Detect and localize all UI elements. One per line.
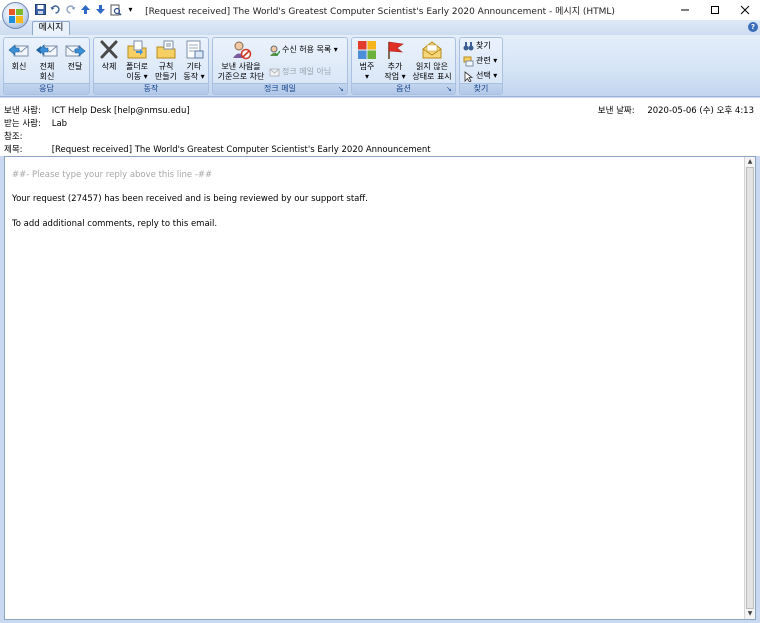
group-options: 범주 ▾ 추가 작업 ▾ 읽지 않은 상태로 표시 옵션 ↘ [351, 37, 456, 95]
not-junk-button[interactable]: 정크 메일 아님 [269, 66, 331, 78]
block-sender-button[interactable]: 보낸 사람을 기준으로 차단 [215, 40, 267, 82]
scroll-down-icon[interactable]: ▼ [745, 609, 755, 619]
close-button[interactable] [730, 0, 760, 20]
ribbon-tab-row: 메시지 ? [0, 20, 760, 35]
window-title: [Request received] The World's Greatest … [145, 7, 615, 17]
group-junk-mail: 보낸 사람을 기준으로 차단 수신 허용 목록 ▾ 정크 메일 아님 정크 메일… [212, 37, 348, 95]
tab-message[interactable]: 메시지 [32, 21, 70, 35]
subject-row: 제목: [Request received] The World's Great… [4, 143, 431, 155]
binoculars-icon [463, 41, 474, 50]
to-row: 받는 사람: Lab [4, 117, 67, 129]
create-rule-icon [156, 40, 176, 59]
junk-dialog-launcher-icon[interactable]: ↘ [338, 85, 346, 93]
ribbon: 회신 전체 회신 전달 응답 삭제 폴더로 이동 ▾ 규칙 만들기 기타 동작 … [0, 35, 760, 97]
cc-row: 참조: [4, 130, 49, 142]
minimize-button[interactable] [670, 0, 700, 20]
move-to-folder-button[interactable]: 폴더로 이동 ▾ [123, 40, 151, 82]
scroll-up-icon[interactable]: ▲ [745, 157, 755, 167]
safe-list-button[interactable]: 수신 허용 목록 ▾ [269, 44, 338, 56]
body-line-request: Your request (27457) has been received a… [12, 194, 368, 204]
select-cursor-icon [464, 70, 474, 82]
office-button[interactable] [2, 2, 29, 29]
message-body[interactable]: ##- Please type your reply above this li… [4, 156, 756, 620]
options-dialog-launcher-icon[interactable]: ↘ [446, 85, 454, 93]
sent-value: 2020-05-06 (수) 오후 4:13 [647, 106, 754, 116]
group-actions: 삭제 폴더로 이동 ▾ 규칙 만들기 기타 동작 ▾ 동작 [93, 37, 209, 95]
delete-icon [100, 40, 118, 59]
cc-label: 참조: [4, 132, 23, 142]
group-label-junk: 정크 메일 [213, 83, 347, 94]
maximize-button[interactable] [700, 0, 730, 20]
not-junk-icon [269, 68, 280, 76]
reply-button[interactable]: 회신 [6, 40, 32, 72]
body-line-comments: To add additional comments, reply to thi… [12, 219, 218, 229]
office-logo-icon [8, 8, 23, 23]
reply-all-button[interactable]: 전체 회신 [33, 40, 61, 82]
group-label-options: 옵션 [352, 83, 455, 94]
sent-date: 보낸 날짜: 2020-05-06 (수) 오후 4:13 [598, 104, 754, 116]
categorize-button[interactable]: 범주 ▾ [354, 40, 380, 82]
from-row: 보낸 사람: ICT Help Desk [help@nmsu.edu] [4, 104, 190, 116]
to-label: 받는 사람: [4, 119, 41, 129]
categorize-icon [358, 41, 376, 59]
sent-label: 보낸 날짜: [597, 106, 635, 116]
vertical-scrollbar[interactable]: ▲ ▼ [744, 157, 755, 619]
forward-button[interactable]: 전달 [62, 40, 88, 72]
title-bar: ▾ [Request received] The World's Greates… [0, 0, 760, 20]
from-label: 보낸 사람: [4, 106, 41, 116]
to-value[interactable]: Lab [52, 119, 67, 129]
mark-unread-button[interactable]: 읽지 않은 상태로 표시 [410, 40, 454, 82]
create-rule-button[interactable]: 규칙 만들기 [152, 40, 180, 82]
move-to-folder-icon [127, 40, 147, 59]
help-icon[interactable]: ? [748, 22, 758, 32]
reply-icon [8, 44, 29, 57]
safe-list-icon [270, 45, 280, 56]
from-value[interactable]: ICT Help Desk [help@nmsu.edu] [52, 106, 190, 116]
group-respond: 회신 전체 회신 전달 응답 [3, 37, 90, 95]
reply-above-line: ##- Please type your reply above this li… [12, 170, 213, 180]
forward-icon [65, 45, 86, 57]
delete-button[interactable]: 삭제 [96, 40, 122, 72]
subject-value: [Request received] The World's Greatest … [51, 145, 431, 155]
scroll-thumb[interactable] [746, 167, 754, 609]
find-button[interactable]: 찾기 [463, 40, 491, 52]
other-actions-button[interactable]: 기타 동작 ▾ [180, 40, 208, 82]
follow-up-button[interactable]: 추가 작업 ▾ [381, 40, 409, 82]
mark-unread-icon [422, 41, 442, 59]
follow-up-flag-icon [388, 41, 404, 59]
select-button[interactable]: 선택 ▾ [463, 70, 497, 82]
block-sender-icon [233, 41, 252, 60]
related-icon [463, 56, 474, 66]
group-label-find: 찾기 [460, 83, 502, 94]
other-actions-icon [186, 40, 204, 59]
group-label-actions: 동작 [94, 83, 208, 94]
group-find: 찾기 관련 ▾ 선택 ▾ 찾기 [459, 37, 503, 95]
subject-label: 제목: [4, 145, 23, 155]
group-label-respond: 응답 [4, 83, 89, 94]
reply-all-icon [36, 44, 58, 57]
related-button[interactable]: 관련 ▾ [463, 55, 497, 67]
message-header: 보낸 사람: ICT Help Desk [help@nmsu.edu] 받는 … [0, 98, 760, 156]
